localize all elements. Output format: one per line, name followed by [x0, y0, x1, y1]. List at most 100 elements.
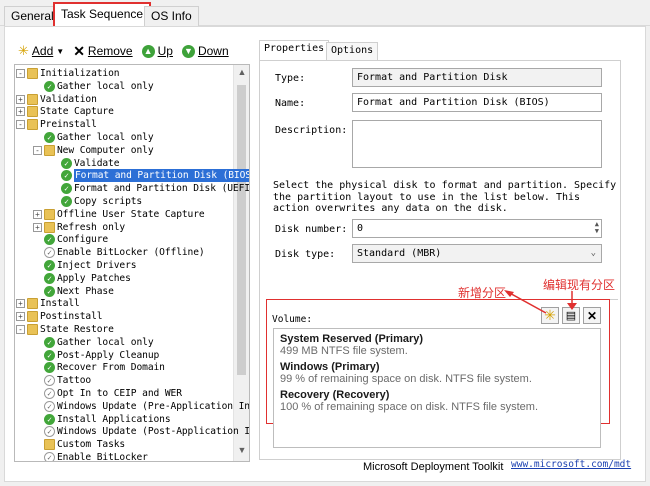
tree-item-label: Initialization: [40, 68, 120, 79]
tree-item[interactable]: ✓ Format and Partition Disk (BIOS: [61, 169, 249, 183]
volume-name: System Reserved (Primary): [280, 333, 424, 345]
tree-item-label: Install: [40, 298, 80, 310]
check-icon: ✓: [44, 285, 55, 297]
tree-item[interactable]: ✓ Tattoo: [44, 374, 91, 387]
task-sequence-tree[interactable]: ▲ ▼ - Initialization ✓ Gather local only + Va…: [14, 64, 250, 462]
disk-type-select[interactable]: Standard (MBR) ⌄: [352, 244, 602, 263]
sequence-toolbar: ✳ Add ▼ ✕ Remove ▲ Up ▼ Down: [18, 42, 229, 60]
tree-item-label: State Capture: [40, 106, 114, 118]
tree-item[interactable]: ✓ Enable BitLocker: [44, 451, 148, 461]
up-label: Up: [157, 44, 173, 58]
disk-number-stepper[interactable]: 0 ▲ ▼: [352, 219, 602, 238]
description-field[interactable]: [352, 120, 602, 168]
tree-item[interactable]: State Capture: [27, 105, 114, 118]
disabled-check-icon: ✓: [44, 375, 55, 387]
tree-item[interactable]: Preinstall: [27, 118, 97, 131]
folder-icon: [27, 106, 38, 118]
tree-item[interactable]: ✓ Format and Partition Disk (UEFI: [61, 182, 250, 195]
disk-type-value: Standard (MBR): [357, 248, 442, 259]
expand-icon[interactable]: +: [16, 312, 25, 322]
collapse-icon[interactable]: -: [16, 69, 25, 78]
tree-item-label: Next Phase: [57, 285, 114, 297]
tree-item[interactable]: ✓ Next Phase: [44, 285, 114, 298]
tree-item[interactable]: ✓ Inject Drivers: [44, 259, 137, 272]
remove-button[interactable]: ✕ Remove: [73, 43, 132, 60]
expand-icon[interactable]: +: [16, 94, 25, 104]
scroll-thumb[interactable]: [237, 85, 246, 375]
tree-item[interactable]: Custom Tasks: [44, 438, 125, 451]
tree-item[interactable]: ✓ Copy scripts: [61, 195, 142, 208]
tree-item[interactable]: Initialization: [27, 67, 120, 80]
tree-item[interactable]: Validation: [27, 93, 97, 106]
check-icon: ✓: [44, 132, 55, 143]
tab-options[interactable]: Options: [326, 42, 379, 60]
check-icon: ✓: [44, 260, 55, 271]
tree-item[interactable]: ✓ Enable BitLocker (Offline): [44, 246, 205, 259]
scroll-down-icon[interactable]: ▼: [234, 445, 249, 459]
disk-type-label: Disk type:: [275, 249, 336, 260]
remove-x-icon: ✕: [73, 42, 85, 59]
volume-desc: 499 MB NTFS file system.: [280, 345, 408, 357]
tree-item[interactable]: State Restore: [27, 323, 114, 336]
tree-item[interactable]: Refresh only: [44, 221, 125, 234]
name-field[interactable]: Format and Partition Disk (BIOS): [352, 93, 602, 112]
remove-label: Remove: [87, 44, 133, 58]
folder-icon: [27, 119, 38, 131]
expand-icon[interactable]: +: [16, 107, 25, 117]
type-field: Format and Partition Disk: [352, 68, 602, 87]
tree-item-label: Post-Apply Cleanup: [57, 349, 160, 361]
tree-item[interactable]: ✓ Validate: [61, 157, 120, 170]
tree-item[interactable]: ✓ Recover From Domain: [44, 361, 165, 374]
tree-item[interactable]: ✓ Gather local only: [44, 80, 154, 93]
volume-list[interactable]: System Reserved (Primary) 499 MB NTFS fi…: [273, 328, 601, 448]
tree-item[interactable]: ✓ Gather local only: [44, 131, 154, 144]
down-button[interactable]: ▼ Down: [181, 44, 229, 58]
expand-icon[interactable]: +: [33, 222, 42, 232]
tree-item[interactable]: ✓ Windows Update (Pre-Application In: [44, 400, 249, 413]
expand-icon[interactable]: +: [16, 299, 25, 309]
scroll-up-icon[interactable]: ▲: [234, 67, 249, 81]
tree-item-label: Offline User State Capture: [57, 208, 205, 220]
add-label: Add: [31, 44, 54, 58]
tree-item-label: Install Applications: [57, 413, 171, 425]
tree-item-label: Format and Partition Disk (UEFI: [74, 183, 250, 195]
folder-icon: [27, 93, 38, 105]
volume-item[interactable]: System Reserved (Primary) 499 MB NTFS fi…: [280, 333, 423, 357]
check-icon: ✓: [44, 234, 55, 246]
stepper-arrows-icon[interactable]: ▲ ▼: [595, 221, 599, 235]
check-icon: ✓: [44, 362, 55, 374]
tree-item[interactable]: ✓ Opt In to CEIP and WER: [44, 387, 182, 400]
tab-os-info[interactable]: OS Info: [144, 6, 199, 26]
mdt-link[interactable]: www.microsoft.com/mdt: [511, 459, 631, 470]
volume-item[interactable]: Windows (Primary) 99 % of remaining spac…: [280, 361, 532, 385]
up-button[interactable]: ▲ Up: [141, 44, 173, 58]
tab-properties[interactable]: Properties: [259, 40, 330, 61]
annotation-arrow-edit: [567, 291, 577, 310]
volume-item[interactable]: Recovery (Recovery) 100 % of remaining s…: [280, 389, 538, 413]
chevron-down-icon: ▼: [56, 46, 65, 56]
collapse-icon[interactable]: -: [33, 145, 42, 155]
collapse-icon[interactable]: -: [16, 325, 25, 334]
tree-item-label: Recover From Domain: [57, 362, 165, 374]
tree-item[interactable]: Install: [27, 297, 80, 310]
tab-task-sequence[interactable]: Task Sequence: [53, 2, 152, 27]
tree-item-label: Opt In to CEIP and WER: [57, 388, 182, 399]
tree-item[interactable]: Offline User State Capture: [44, 208, 205, 221]
tree-item-label: Inject Drivers: [57, 260, 137, 271]
tree-item-label: Refresh only: [57, 221, 126, 233]
tree-item[interactable]: New Computer only: [44, 144, 154, 157]
tree-item-label: Preinstall: [40, 119, 97, 131]
tree-item[interactable]: ✓ Configure: [44, 233, 108, 246]
collapse-icon[interactable]: -: [16, 120, 25, 130]
expand-icon[interactable]: +: [33, 209, 42, 219]
tree-item[interactable]: ✓ Windows Update (Post-Application I: [44, 425, 249, 438]
tree-item-label: Custom Tasks: [57, 439, 126, 451]
tree-item[interactable]: ✓ Gather local only: [44, 336, 154, 349]
tree-item[interactable]: ✓ Install Applications: [44, 413, 171, 426]
tree-item[interactable]: ✓ Apply Patches: [44, 272, 131, 285]
tree-item[interactable]: Postinstall: [27, 310, 103, 323]
add-button[interactable]: ✳ Add ▼: [18, 43, 64, 59]
tree-item[interactable]: ✓ Post-Apply Cleanup: [44, 349, 159, 362]
instructions-text: Select the physical disk to format and p…: [273, 180, 617, 214]
folder-icon: [27, 324, 38, 335]
